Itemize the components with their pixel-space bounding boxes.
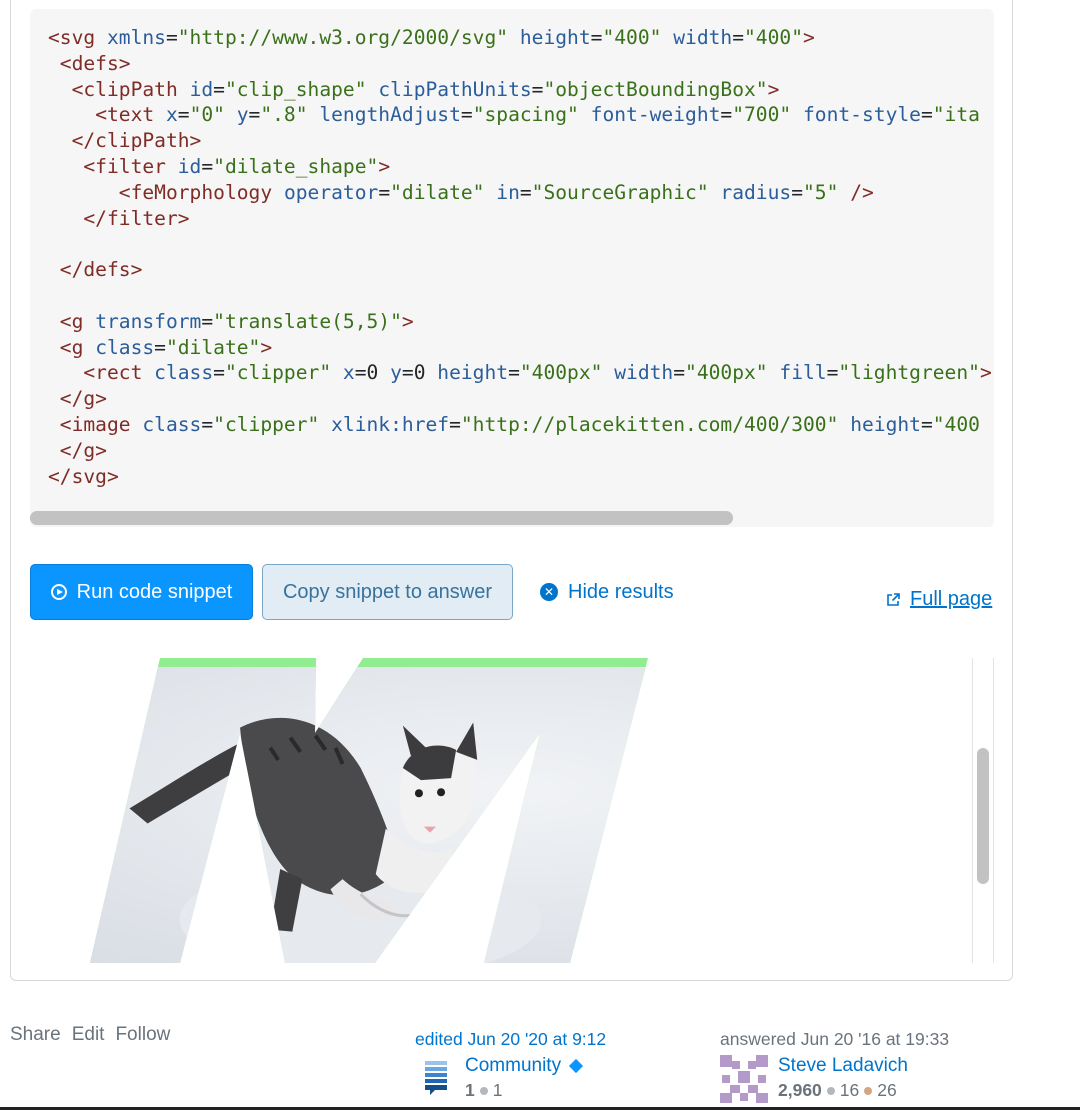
result-scrollbar-border-right xyxy=(993,658,994,963)
code-line: </svg> xyxy=(48,464,119,488)
kitten-photo xyxy=(90,667,648,963)
code-line: </g> xyxy=(59,387,107,411)
community-user-stats: 1 1 xyxy=(465,1080,581,1101)
answer-user-link[interactable]: Steve Ladavich xyxy=(778,1055,908,1077)
community-user-link[interactable]: Community xyxy=(465,1055,584,1077)
bronze-badge-icon xyxy=(864,1086,873,1095)
code-line: <filter id="dilate_shape"> xyxy=(83,154,391,178)
answer-user-name: Steve Ladavich xyxy=(778,1055,908,1076)
code-line: </clipPath> xyxy=(71,129,202,153)
code-line: <g class="dilate"> xyxy=(59,335,273,359)
code-line: <g transform="translate(5,5)"> xyxy=(59,309,414,333)
clipped-kitten-image xyxy=(90,658,648,963)
code-line: </defs> xyxy=(59,258,143,282)
play-circle-icon xyxy=(50,584,67,600)
post-menu: Share Edit Follow xyxy=(10,1024,170,1046)
answer-signature: answered Jun 20 '16 at 19:33 Steve Ladav… xyxy=(720,1029,1020,1103)
community-silver-count: 1 xyxy=(492,1080,503,1100)
horizontal-scrollbar[interactable] xyxy=(30,509,994,527)
identicon-avatar[interactable] xyxy=(720,1055,768,1103)
full-page-label: Full page xyxy=(910,588,993,610)
hide-results-label: Hide results xyxy=(568,580,674,603)
moderator-diamond-icon xyxy=(569,1058,584,1074)
answer-reputation: 2,960 xyxy=(778,1080,822,1100)
code-line: </g> xyxy=(59,438,107,462)
code-block: <svg xmlns="http://www.w3.org/2000/svg" … xyxy=(30,9,994,527)
edit-signature: edited Jun 20 '20 at 9:12 Community 1 1 xyxy=(415,1029,675,1101)
share-link[interactable]: Share xyxy=(10,1024,61,1046)
run-button-label: Run code snippet xyxy=(76,580,233,603)
community-avatar[interactable] xyxy=(415,1055,455,1099)
horizontal-scrollbar-thumb[interactable] xyxy=(30,511,733,525)
code-line: <defs> xyxy=(59,51,131,75)
code-line: <svg xmlns="http://www.w3.org/2000/svg" … xyxy=(48,26,815,49)
silver-badge-icon xyxy=(826,1086,835,1095)
code-line: </filter> xyxy=(83,206,190,230)
edited-timestamp[interactable]: edited Jun 20 '20 at 9:12 xyxy=(415,1029,675,1050)
code-line: <rect class="clipper" x=0 y=0 height="40… xyxy=(83,361,992,385)
close-circle-icon: ✕ xyxy=(540,583,558,601)
answer-silver-count: 16 xyxy=(839,1080,860,1100)
answered-timestamp: answered Jun 20 '16 at 19:33 xyxy=(720,1029,950,1049)
code-line: <feMorphology operator="dilate" in="Sour… xyxy=(118,180,874,204)
hide-results-link[interactable]: ✕ Hide results xyxy=(540,578,674,606)
copy-snippet-button[interactable]: Copy snippet to answer xyxy=(262,564,513,620)
result-scrollbar-border-left xyxy=(972,658,973,963)
code-line: <clipPath id="clip_shape" clipPathUnits=… xyxy=(71,77,780,101)
answer-user-stats: 2,960 16 26 xyxy=(778,1080,908,1101)
code-text: <svg xmlns="http://www.w3.org/2000/svg" … xyxy=(48,25,994,489)
community-reputation: 1 xyxy=(465,1080,475,1100)
external-link-icon xyxy=(887,592,900,606)
silver-badge-icon xyxy=(479,1086,488,1095)
code-line: <image class="clipper" xlink:href="http:… xyxy=(59,412,980,436)
edit-link[interactable]: Edit xyxy=(72,1024,105,1046)
follow-link[interactable]: Follow xyxy=(115,1024,170,1046)
vertical-scrollbar-thumb[interactable] xyxy=(977,748,989,884)
community-user-name: Community xyxy=(465,1055,562,1076)
copy-button-label: Copy snippet to answer xyxy=(282,580,492,603)
run-code-snippet-button[interactable]: Run code snippet xyxy=(30,564,253,620)
snippet-result xyxy=(30,658,994,963)
code-line: <text x="0" y=".8" lengthAdjust="spacing… xyxy=(95,103,980,127)
answer-bronze-count: 26 xyxy=(877,1080,897,1100)
full-page-link[interactable]: Full page xyxy=(886,588,992,611)
